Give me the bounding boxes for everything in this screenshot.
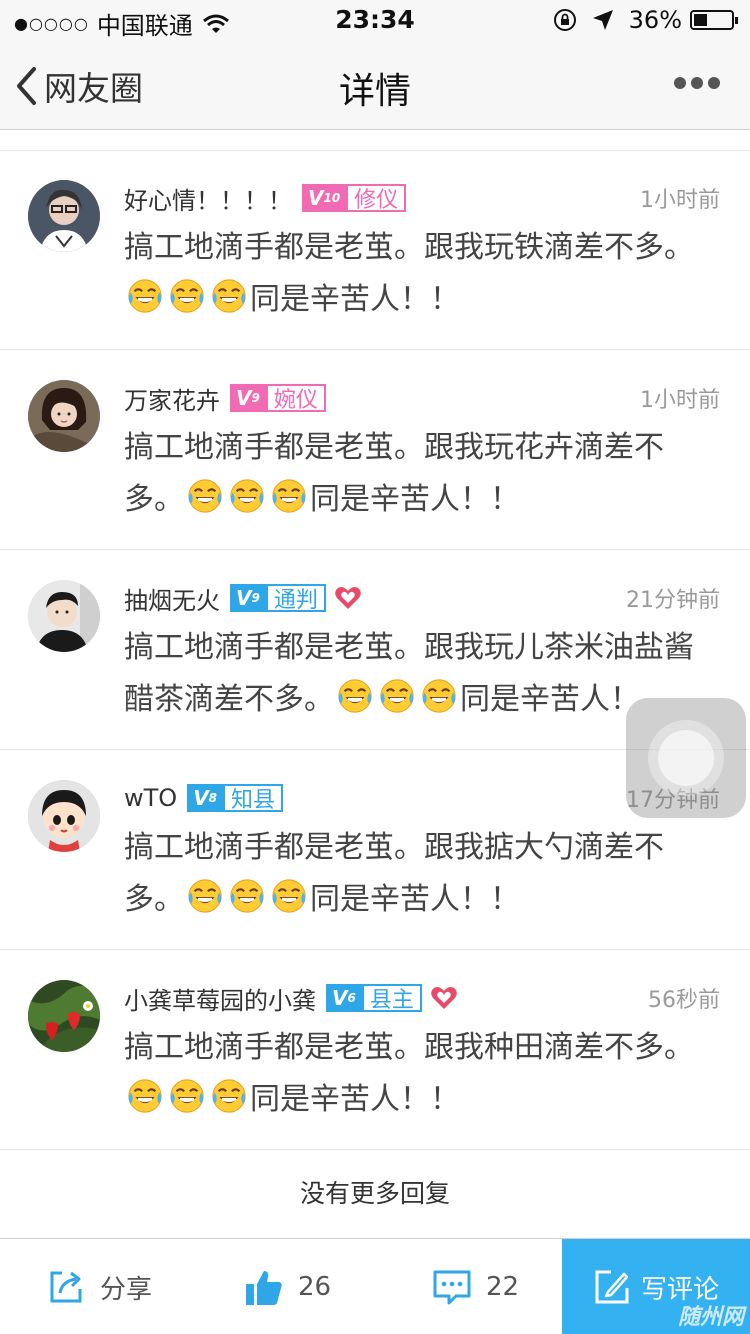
assistive-touch-core	[658, 730, 714, 786]
tears-of-joy-emoji-icon	[422, 679, 456, 713]
bottom-toolbar: 分享 26 22 写评论 随州网	[0, 1238, 750, 1334]
share-label: 分享	[100, 1274, 153, 1305]
vip-badge: V 9 婉仪	[230, 384, 326, 413]
vip-badge: V 10 修仪	[302, 184, 407, 213]
vip-level-badge: V 10	[302, 184, 347, 212]
heart-badge-icon	[431, 987, 457, 1009]
avatar[interactable]	[28, 580, 100, 652]
tears-of-joy-emoji-icon	[170, 279, 204, 313]
status-bar: ●○○○○ 中国联通 23:34 36%	[0, 0, 750, 40]
user-name[interactable]: 抽烟无火	[124, 581, 220, 616]
vip-title: 知县	[223, 784, 284, 813]
tears-of-joy-emoji-icon	[170, 1079, 204, 1113]
tears-of-joy-emoji-icon	[212, 1079, 246, 1113]
tears-of-joy-emoji-icon	[128, 1079, 162, 1113]
comment-text-main: 搞工地滴手都是老茧。跟我种田滴差不多。	[124, 1030, 694, 1065]
vip-level-badge: V6	[326, 984, 362, 1012]
tears-of-joy-emoji-icon	[272, 879, 306, 913]
comment-bubble-icon	[433, 1270, 471, 1305]
page-title: 详情	[338, 71, 411, 112]
comment-text: 搞工地滴手都是老茧。跟我掂大勺滴差不多。 同是辛苦人！！	[124, 822, 714, 926]
write-comment-button[interactable]: 写评论 随州网	[562, 1239, 750, 1334]
avatar[interactable]	[28, 980, 100, 1052]
comment-time: 21分钟前	[626, 588, 720, 613]
comment-item[interactable]: 小龚草莓园的小龚 V 6 县主 56秒前搞工地滴手都是老茧。跟我种田滴差不多。同是辛苦人…	[0, 950, 750, 1150]
vip-title: 县主	[361, 984, 422, 1013]
vip-title: 修仪	[346, 184, 407, 213]
more-options-button[interactable]	[674, 70, 720, 96]
comment-time: 56秒前	[648, 988, 720, 1013]
tears-of-joy-emoji-icon	[128, 279, 162, 313]
share-button[interactable]: 分享	[46, 1239, 152, 1334]
share-icon	[50, 1271, 82, 1303]
user-name[interactable]: wTO	[124, 784, 177, 812]
thumbs-up-icon	[246, 1271, 282, 1305]
avatar[interactable]	[28, 380, 100, 452]
tears-of-joy-emoji-icon	[188, 879, 222, 913]
comment-item[interactable]: 好心情！！！！ V 10 修仪 1小时前搞工地滴手都是老茧。跟我玩铁滴差不多。同是辛苦人…	[0, 150, 750, 350]
comment-header: 好心情！！！！ V 10 修仪	[124, 180, 407, 216]
tears-of-joy-emoji-icon	[188, 479, 222, 513]
assistive-touch-button[interactable]	[626, 698, 746, 818]
comment-time: 1小时前	[640, 188, 720, 213]
comment-count-button[interactable]: 22	[432, 1239, 519, 1334]
vip-title: 通判	[265, 584, 326, 613]
vip-badge: V 6 县主	[326, 984, 422, 1013]
tears-of-joy-emoji-icon	[230, 479, 264, 513]
watermark-logo: 随州网	[677, 1305, 744, 1330]
dot-icon	[674, 77, 686, 89]
vip-level-badge: V9	[230, 584, 266, 612]
user-name[interactable]: 好心情！！！！	[124, 181, 292, 216]
user-name[interactable]: 万家花卉	[124, 381, 220, 416]
comment-text: 搞工地滴手都是老茧。跟我玩儿茶米油盐酱醋茶滴差不多。 同是辛苦人！	[124, 622, 714, 726]
comment-text-tail: 同是辛苦人！！	[310, 882, 520, 917]
comment-header: 抽烟无火 V 9 通判	[124, 580, 362, 616]
tears-of-joy-emoji-icon	[338, 679, 372, 713]
comment-header: 小龚草莓园的小龚 V 6 县主	[124, 980, 458, 1016]
no-more-replies-label: 没有更多回复	[299, 1179, 450, 1208]
like-count: 26	[298, 1272, 332, 1302]
comment-item[interactable]: 万家花卉 V 9 婉仪 1小时前搞工地滴手都是老茧。跟我玩花卉滴差不多。 同是辛苦人！！	[0, 350, 750, 550]
vip-title: 婉仪	[265, 384, 326, 413]
comment-text: 搞工地滴手都是老茧。跟我玩铁滴差不多。同是辛苦人！！	[124, 222, 714, 326]
dot-icon	[691, 77, 703, 89]
avatar[interactable]	[28, 780, 100, 852]
battery-percent: 36%	[628, 6, 682, 34]
tears-of-joy-emoji-icon	[230, 879, 264, 913]
comment-header: wTO V 8 知县	[124, 780, 284, 816]
battery-level	[694, 14, 707, 26]
vip-badge: V 9 通判	[230, 584, 326, 613]
nav-bar: 网友圈 详情	[0, 40, 750, 130]
status-right: 36%	[553, 6, 738, 34]
comment-text: 搞工地滴手都是老茧。跟我玩花卉滴差不多。 同是辛苦人！！	[124, 422, 714, 526]
comment-text-tail: 同是辛苦人！！	[250, 1082, 460, 1117]
vip-level-badge: V9	[230, 384, 266, 412]
comment-text-tail: 同是辛苦人！	[460, 682, 640, 717]
tears-of-joy-emoji-icon	[272, 479, 306, 513]
like-button[interactable]: 26	[244, 1239, 331, 1334]
user-name[interactable]: 小龚草莓园的小龚	[124, 981, 316, 1016]
comment-text-main: 搞工地滴手都是老茧。跟我玩铁滴差不多。	[124, 230, 694, 265]
vip-badge: V 8 知县	[187, 784, 284, 813]
avatar[interactable]	[28, 180, 100, 252]
comment-text-tail: 同是辛苦人！！	[250, 282, 460, 317]
dot-icon	[708, 77, 720, 89]
comment-time: 1小时前	[640, 388, 720, 413]
vip-level-badge: V8	[187, 784, 224, 812]
location-arrow-icon	[592, 10, 613, 30]
tears-of-joy-emoji-icon	[212, 279, 246, 313]
edit-icon	[595, 1270, 629, 1304]
comment-text-tail: 同是辛苦人！！	[310, 482, 520, 517]
tears-of-joy-emoji-icon	[380, 679, 414, 713]
heart-badge-icon	[335, 587, 361, 609]
comment-text: 搞工地滴手都是老茧。跟我种田滴差不多。同是辛苦人！！	[124, 1022, 714, 1126]
battery-icon	[690, 10, 738, 30]
orientation-lock-icon	[553, 9, 576, 31]
comment-header: 万家花卉 V 9 婉仪	[124, 380, 326, 416]
comment-count: 22	[486, 1272, 520, 1302]
